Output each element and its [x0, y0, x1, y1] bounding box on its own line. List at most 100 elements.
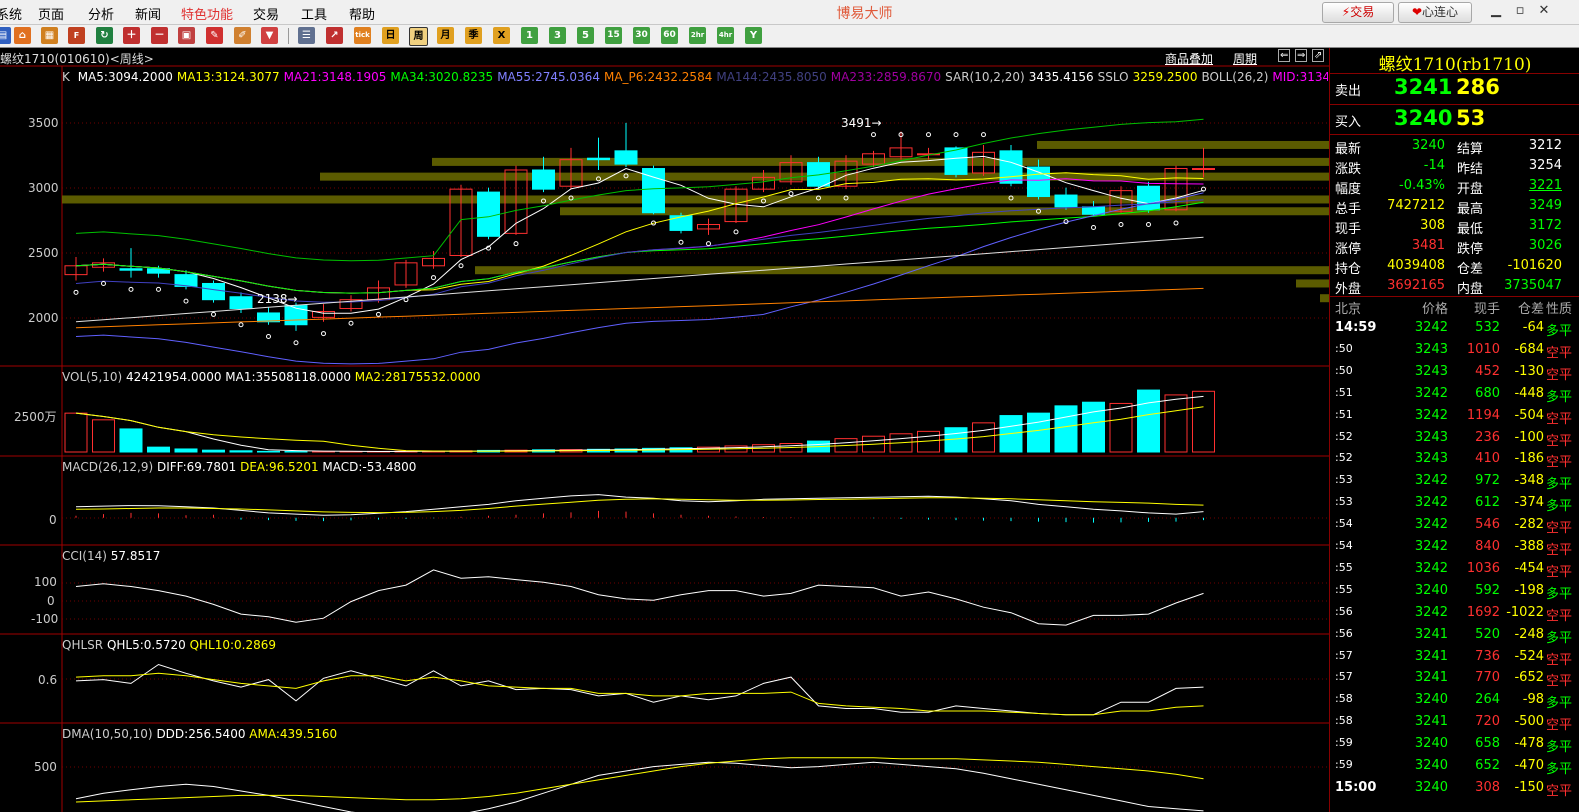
tick-nature: 多平 [1546, 324, 1573, 339]
tick-time: :51 [1335, 407, 1353, 421]
vol-title: VOL(5,10) [62, 370, 123, 384]
tick-price: 3242 [1414, 560, 1448, 576]
tick-price: 3240 [1414, 736, 1448, 752]
menu-news[interactable]: 新闻 [135, 4, 161, 23]
sell-label: 卖出 [1335, 84, 1362, 99]
report-icon[interactable]: ☰ [298, 27, 315, 44]
sell-qty: 286 [1456, 75, 1500, 99]
tick-oichange: -448 [1514, 385, 1544, 401]
sar-dot [706, 241, 711, 247]
filter-icon[interactable]: ▼ [261, 27, 278, 44]
period-15min[interactable]: 15 [605, 27, 622, 44]
period-quarter[interactable]: 季 [465, 27, 482, 44]
tick-oichange: -374 [1514, 495, 1544, 511]
draw-pen-icon[interactable]: ✎ [206, 27, 223, 44]
tick-price: 3242 [1414, 517, 1448, 533]
menu-tools[interactable]: 工具 [301, 4, 327, 23]
period-week[interactable]: 周 [409, 27, 428, 46]
tick-volume: 236 [1475, 429, 1500, 445]
sar-dot [513, 241, 519, 247]
candle [229, 296, 253, 310]
tick-nature: 多平 [1546, 740, 1573, 756]
dma-value: DDD:256.5400 [156, 727, 250, 741]
expand-icon[interactable]: ⇗ [1312, 49, 1325, 62]
tick-price: 3240 [1414, 692, 1448, 708]
connect-button[interactable]: ❤心连心 [1398, 2, 1472, 23]
boll-lower-line [75, 192, 1204, 365]
tick-time: :55 [1335, 582, 1353, 596]
volume-bar [64, 412, 88, 453]
tick-time: :52 [1335, 429, 1353, 443]
sar-dot [788, 191, 794, 197]
tick-nature: 多平 [1546, 696, 1573, 712]
scroll-right-icon[interactable]: ⇒ [1295, 49, 1308, 62]
period-4hr[interactable]: 4hr [717, 27, 734, 44]
chart-icon[interactable]: ↗ [326, 27, 343, 44]
period-year[interactable]: Y [745, 27, 762, 44]
macd-value: DEA:96.5201 [240, 460, 323, 474]
period-day[interactable]: 日 [382, 27, 399, 44]
stat-value: 3212 [1528, 138, 1562, 153]
menu-special[interactable]: 特色功能 [181, 4, 233, 23]
menu-system[interactable]: 系统 [0, 4, 22, 23]
database-icon[interactable]: ▦ [41, 27, 58, 44]
volume-bar [174, 448, 198, 453]
price-band [1320, 294, 1329, 303]
period-custom[interactable]: X [493, 27, 510, 44]
stat-value: -101620 [1507, 258, 1562, 273]
zoom-in-icon[interactable]: ＋ [123, 27, 140, 44]
layout-icon[interactable]: ▣ [178, 27, 195, 44]
kline-chart-area[interactable]: 螺纹1710(010610)<周线> 商品叠加 周期 ⇐ ⇒ ⇗ K MA5:3… [0, 48, 1329, 812]
menu-trade[interactable]: 交易 [253, 4, 279, 23]
qhl-tick: 0.6 [38, 673, 58, 687]
tick-price: 3241 [1414, 626, 1448, 642]
period-link[interactable]: 周期 [1233, 50, 1257, 67]
qhl-value: QHL5:0.5720 [106, 638, 190, 652]
tick-time: :51 [1335, 385, 1353, 399]
minimize-icon[interactable]: ▁ [1487, 4, 1505, 18]
tick-time: :57 [1335, 670, 1353, 684]
period-1min[interactable]: 1 [521, 27, 538, 44]
dma-value: AMA:439.5160 [249, 727, 338, 741]
tick-header-nature: 性质 [1546, 302, 1573, 317]
kline-chart-svg[interactable] [0, 48, 1329, 812]
tick-volume: 1036 [1466, 560, 1500, 576]
close-icon[interactable]: ✕ [1535, 4, 1553, 18]
stat-label: 开盘 [1457, 182, 1484, 197]
home-icon[interactable]: ⌂ [14, 27, 31, 44]
menu-bar: 系统 页面 分析 新闻 特色功能 交易 工具 帮助 博易大师 ⚡交易 ❤心连心 … [0, 0, 1579, 25]
divider [1330, 134, 1579, 135]
overlay-link[interactable]: 商品叠加 [1165, 50, 1213, 67]
cci-tick-neg100: -100 [31, 612, 59, 626]
volume-bar [119, 428, 143, 453]
menu-icon[interactable]: ▤ [0, 27, 11, 44]
tick-volume: 264 [1475, 692, 1500, 708]
main-indicator-line: K MA5:3094.2000 MA13:3124.3077 MA21:3148.1… [62, 70, 1328, 84]
refresh-icon[interactable]: ↻ [96, 27, 113, 44]
tick-icon[interactable]: tick [354, 27, 371, 44]
period-2hr[interactable]: 2hr [689, 27, 706, 44]
scroll-left-icon[interactable]: ⇐ [1278, 49, 1291, 62]
brush-icon[interactable]: ✐ [234, 27, 251, 44]
maximize-icon[interactable]: ▫ [1511, 4, 1529, 18]
period-month[interactable]: 月 [437, 27, 454, 44]
period-5min[interactable]: 5 [577, 27, 594, 44]
qhl-indicator-line: QHLSR QHL5:0.5720 QHL10:0.2869 [62, 638, 276, 652]
sar-dot [733, 229, 739, 235]
menu-help[interactable]: 帮助 [349, 4, 375, 23]
period-30min[interactable]: 30 [633, 27, 650, 44]
volume-bar [1109, 402, 1133, 453]
main-indicator-value: BOLL(26,2) [1201, 70, 1269, 84]
f10-icon[interactable]: F [68, 27, 85, 44]
period-3min[interactable]: 3 [549, 27, 566, 44]
buy-price[interactable]: 3240 [1394, 106, 1452, 130]
sell-price[interactable]: 3241 [1394, 75, 1452, 99]
trade-button[interactable]: ⚡交易 [1322, 2, 1394, 23]
menu-analysis[interactable]: 分析 [88, 4, 114, 23]
zoom-out-icon[interactable]: － [151, 27, 168, 44]
sar-dot [981, 132, 986, 138]
macd-diff-line [75, 494, 1204, 516]
candles-group[interactable] [64, 122, 1215, 331]
period-60min[interactable]: 60 [661, 27, 678, 44]
menu-page[interactable]: 页面 [38, 4, 64, 23]
